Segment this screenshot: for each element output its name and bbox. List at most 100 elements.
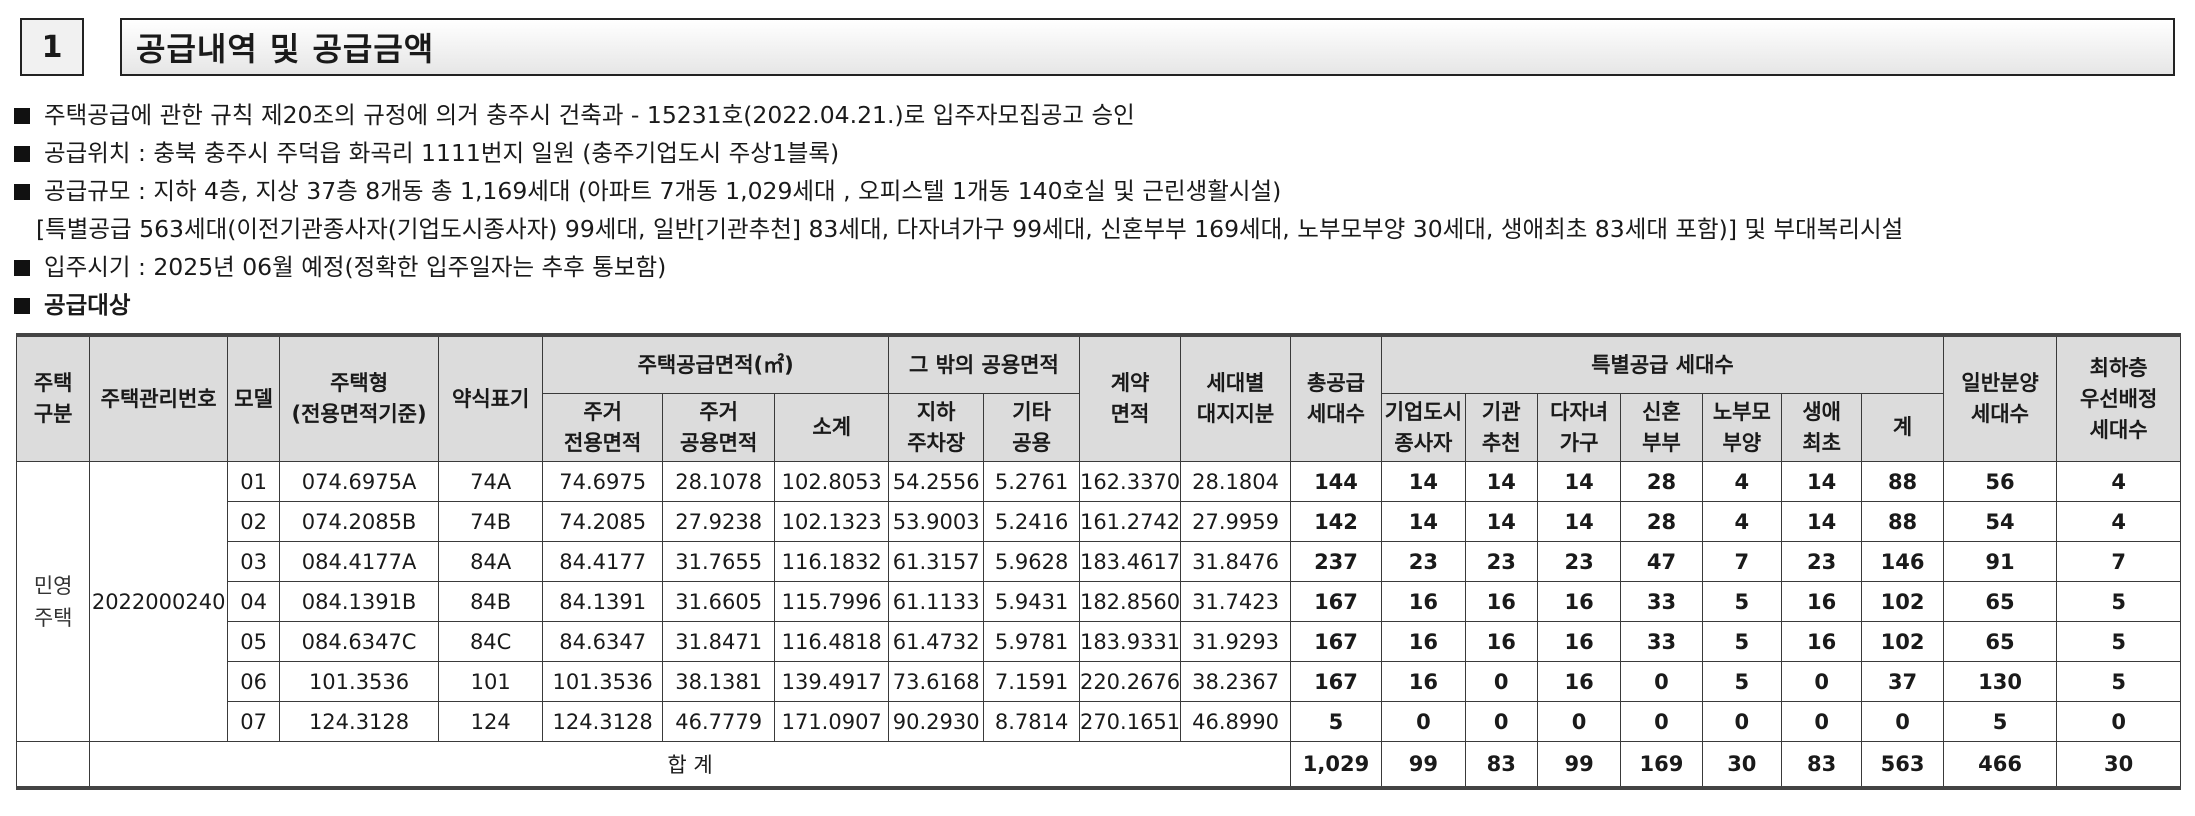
sp-elderly-sum: 30 xyxy=(1701,741,1782,790)
general-cell: 91 xyxy=(1942,541,2058,582)
etc-common-cell: 5.2761 xyxy=(983,461,1080,502)
sp-sum-cell: 37 xyxy=(1861,661,1944,702)
header-sp-company: 기업도시 종사자 xyxy=(1381,393,1466,462)
excl-area-cell: 124.3128 xyxy=(542,701,663,742)
contract-area-cell: 183.4617 xyxy=(1078,541,1182,582)
square-bullet-icon xyxy=(14,298,30,314)
header-lowest-floor: 최하층 우선배정 세대수 xyxy=(2056,333,2181,462)
contract-area-cell: 161.2742 xyxy=(1078,501,1182,542)
bullet-scale: 공급규모 : 지하 4층, 지상 37층 8개동 총 1,169세대 (아파트 … xyxy=(14,172,1903,210)
house-type-cell: 074.6975A xyxy=(279,461,439,502)
sp-sum-cell: 0 xyxy=(1861,701,1944,742)
common-area-cell: 31.6605 xyxy=(661,581,776,622)
lowest-floor-cell: 5 xyxy=(2056,661,2181,702)
sp-multichild-cell: 16 xyxy=(1536,661,1622,702)
square-bullet-icon xyxy=(14,146,30,162)
header-sp-newlywed: 신혼 부부 xyxy=(1620,393,1703,462)
short-label-cell: 74A xyxy=(437,461,544,502)
land-share-cell: 31.9293 xyxy=(1180,621,1291,662)
sp-firsttime-cell: 0 xyxy=(1780,661,1863,702)
short-label-cell: 84B xyxy=(437,581,544,622)
sp-multichild-cell: 0 xyxy=(1536,701,1622,742)
header-parking: 지하 주차장 xyxy=(887,393,985,462)
header-sp-sum: 계 xyxy=(1861,393,1944,462)
sp-agency-cell: 16 xyxy=(1464,581,1538,622)
header-subtotal: 소계 xyxy=(774,393,889,462)
sp-multichild-sum: 99 xyxy=(1536,741,1622,790)
total-blank-cell xyxy=(15,741,91,790)
sp-elderly-cell: 7 xyxy=(1701,541,1782,582)
sp-elderly-cell: 5 xyxy=(1701,621,1782,662)
lowest-floor-cell: 0 xyxy=(2056,701,2181,742)
sp-elderly-cell: 5 xyxy=(1701,661,1782,702)
sp-sum-cell: 88 xyxy=(1861,461,1944,502)
parking-cell: 53.9003 xyxy=(887,501,985,542)
sp-multichild-cell: 23 xyxy=(1536,541,1622,582)
total-units-cell: 167 xyxy=(1289,621,1383,662)
parking-cell: 61.4732 xyxy=(887,621,985,662)
header-other-common: 그 밖의 공용면적 xyxy=(887,333,1080,394)
common-area-cell: 31.7655 xyxy=(661,541,776,582)
etc-common-cell: 7.1591 xyxy=(983,661,1080,702)
model-cell: 05 xyxy=(226,621,281,662)
land-share-cell: 27.9959 xyxy=(1180,501,1291,542)
sp-newlywed-cell: 28 xyxy=(1620,501,1703,542)
sp-newlywed-cell: 33 xyxy=(1620,581,1703,622)
square-bullet-icon xyxy=(14,108,30,124)
header-common-area: 주거 공용면적 xyxy=(661,393,776,462)
sp-firsttime-cell: 16 xyxy=(1780,621,1863,662)
total-units-sum: 1,029 xyxy=(1289,741,1383,790)
excl-area-cell: 84.4177 xyxy=(542,541,663,582)
sp-elderly-cell: 5 xyxy=(1701,581,1782,622)
short-label-cell: 74B xyxy=(437,501,544,542)
house-group-cell: 민영 주택 xyxy=(15,461,91,742)
sp-multichild-cell: 16 xyxy=(1536,581,1622,622)
bullet-supply-target: 공급대상 xyxy=(14,286,1903,324)
bullet-approval: 주택공급에 관한 규칙 제20조의 규정에 의거 충주시 건축과 - 15231… xyxy=(14,96,1903,134)
table-row: 민영 주택 2022000240 01 074.6975A 74A 74.6975… xyxy=(15,461,2181,742)
etc-common-cell: 5.9628 xyxy=(983,541,1080,582)
total-units-cell: 142 xyxy=(1289,501,1383,542)
lowest-floor-cell: 4 xyxy=(2056,501,2181,542)
etc-common-cell: 5.9781 xyxy=(983,621,1080,662)
subtotal-cell: 171.0907 xyxy=(774,701,889,742)
sp-company-cell: 0 xyxy=(1381,701,1466,742)
sp-agency-cell: 23 xyxy=(1464,541,1538,582)
general-cell: 130 xyxy=(1942,661,2058,702)
sp-newlywed-cell: 33 xyxy=(1620,621,1703,662)
house-type-cell: 101.3536 xyxy=(279,661,439,702)
total-row: 합 계 1,029 99 83 99 169 30 83 563 466 30 xyxy=(15,741,2181,790)
short-label-cell: 124 xyxy=(437,701,544,742)
total-units-cell: 144 xyxy=(1289,461,1383,502)
etc-common-cell: 5.9431 xyxy=(983,581,1080,622)
short-label-cell: 84C xyxy=(437,621,544,662)
notice-bullets: 주택공급에 관한 규칙 제20조의 규정에 의거 충주시 건축과 - 15231… xyxy=(14,96,1903,324)
contract-area-cell: 220.2676 xyxy=(1078,661,1182,702)
short-label-cell: 84A xyxy=(437,541,544,582)
table-row: 03 084.4177A 84A 84.4177 31.7655 116.183… xyxy=(17,541,2181,582)
sp-agency-cell: 14 xyxy=(1464,461,1538,502)
table-row: 05 084.6347C 84C 84.6347 31.8471 116.481… xyxy=(17,621,2181,662)
mgmt-no-cell: 2022000240 xyxy=(89,461,228,742)
total-units-cell: 237 xyxy=(1289,541,1383,582)
subtotal-cell: 116.4818 xyxy=(774,621,889,662)
bullet-move-in: 입주시기 : 2025년 06월 예정(정확한 입주일자는 추후 통보함) xyxy=(14,248,1903,286)
land-share-cell: 46.8990 xyxy=(1180,701,1291,742)
contract-area-cell: 183.9331 xyxy=(1078,621,1182,662)
subtotal-cell: 102.1323 xyxy=(774,501,889,542)
sp-sum-cell: 88 xyxy=(1861,501,1944,542)
subtotal-cell: 115.7996 xyxy=(774,581,889,622)
general-cell: 54 xyxy=(1942,501,2058,542)
sp-firsttime-cell: 16 xyxy=(1780,581,1863,622)
total-units-cell: 5 xyxy=(1289,701,1383,742)
sp-agency-cell: 0 xyxy=(1464,701,1538,742)
land-share-cell: 38.2367 xyxy=(1180,661,1291,702)
common-area-cell: 38.1381 xyxy=(661,661,776,702)
bullet-special-supply-detail: [특별공급 563세대(이전기관종사자(기업도시종사자) 99세대, 일반[기관… xyxy=(36,215,1904,243)
header-sp-firsttime: 생애 최초 xyxy=(1780,393,1863,462)
section-header: 1 공급내역 및 공급금액 xyxy=(20,18,2175,76)
sp-newlywed-cell: 0 xyxy=(1620,701,1703,742)
parking-cell: 73.6168 xyxy=(887,661,985,702)
sp-agency-cell: 14 xyxy=(1464,501,1538,542)
lowest-floor-cell: 7 xyxy=(2056,541,2181,582)
